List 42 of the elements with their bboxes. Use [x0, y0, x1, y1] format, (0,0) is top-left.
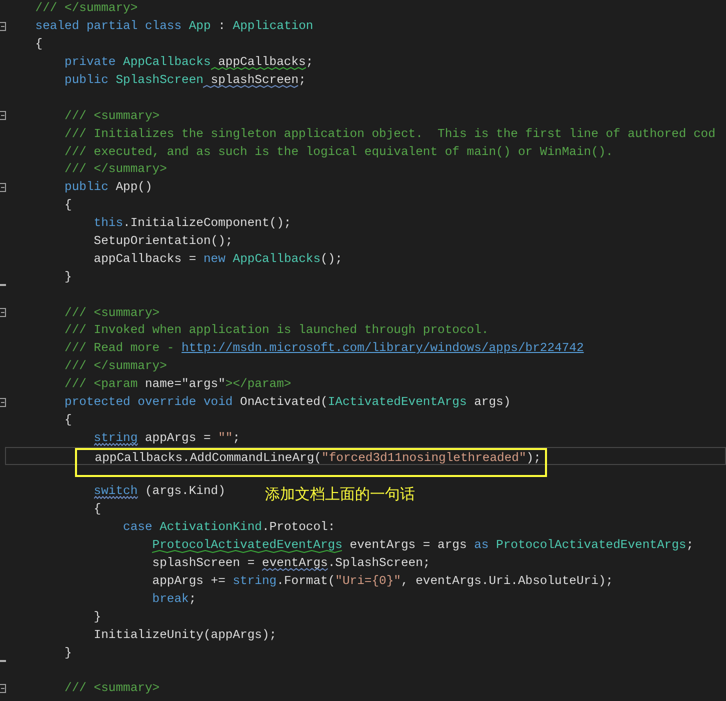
- code-line: appCallbacks.AddCommandLineArg("forced3d11nosinglethreaded");: [94, 450, 541, 468]
- code-line: appArgs += string.Format("Uri={0}", eventArgs.Uri.AbsoluteUri);: [151, 572, 614, 590]
- code-line: ProtocolActivatedEventArgs eventArgs = args as ProtocolActivatedEventArgs;: [151, 537, 694, 554]
- collapse-icon[interactable]: [0, 308, 6, 318]
- code-line: /// </summary>: [64, 161, 167, 178]
- code-line: /// <summary>: [64, 680, 160, 698]
- code-line: /// Initializes the singleton application object. This is the first line of authored cod: [64, 126, 716, 143]
- code-line: /// Invoked when application is launched through protocol.: [64, 322, 489, 340]
- code-line: switch (args.Kind): [92, 483, 226, 500]
- code-line: public SplashScreen splashScreen;: [64, 72, 306, 89]
- collapse-icon[interactable]: [0, 182, 6, 192]
- code-line: protected override void OnActivated(IActivatedEventArgs args): [64, 394, 511, 412]
- code-line: /// <summary>: [64, 108, 160, 125]
- code-line: {: [64, 412, 72, 429]
- code-line: splashScreen = eventArgs.SplashScreen;: [151, 555, 430, 572]
- code-line: }: [64, 644, 72, 662]
- code-line: sealed partial class App : Application: [34, 18, 314, 36]
- collapse-icon[interactable]: [0, 111, 6, 120]
- code-line: /// </summary>: [34, 0, 138, 18]
- code-line: }: [92, 608, 102, 626]
- code-line: SetupOrientation();: [92, 233, 233, 250]
- code-line: {: [92, 501, 102, 518]
- code-line: /// <param name="args"></param>: [64, 376, 292, 394]
- code-line: {: [64, 197, 72, 214]
- collapse-icon[interactable]: [0, 684, 6, 693]
- code-line: this.InitializeComponent();: [92, 215, 292, 232]
- code-line: /// <summary>: [64, 304, 160, 322]
- code-line: /// Read more - http://msdn.microsoft.com/library/windows/apps/br224742: [64, 340, 584, 358]
- collapse-icon[interactable]: [0, 22, 6, 31]
- code-line: string appArgs = "";: [92, 430, 240, 447]
- code-line: InitializeUnity(appArgs);: [92, 626, 277, 644]
- code-line: /// </summary>: [64, 358, 167, 376]
- code-line: appCallbacks = new AppCallbacks();: [92, 250, 342, 268]
- collapse-icon[interactable]: [0, 398, 6, 407]
- code-line: private AppCallbacks appCallbacks;: [64, 54, 314, 72]
- code-line: /// executed, and as such is the logical equivalent of main() or WinMain().: [64, 144, 614, 161]
- code-line: break;: [151, 590, 196, 608]
- code-line: }: [64, 268, 72, 286]
- code-line: public App(): [64, 179, 152, 196]
- annotation-text: 添加文档上面的一句话: [265, 485, 415, 504]
- code-line: {: [34, 36, 43, 54]
- code-line: case ActivationKind.Protocol:: [122, 519, 336, 536]
